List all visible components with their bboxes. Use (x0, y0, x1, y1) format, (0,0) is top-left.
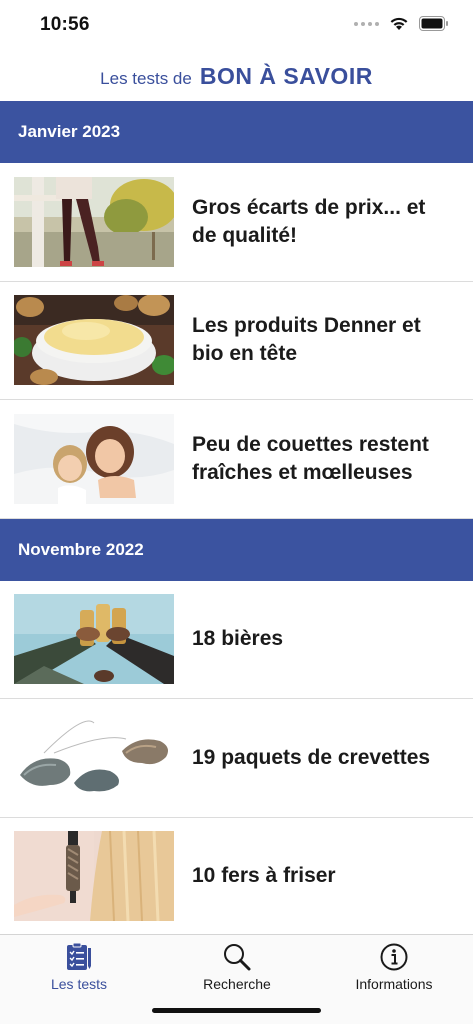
wifi-icon (389, 16, 409, 31)
status-time: 10:56 (40, 14, 90, 35)
article-item[interactable]: Les produits Denner et bio en tête (0, 281, 473, 400)
logo-wordmark: BON À SAVOIR (199, 63, 373, 89)
article-title: 18 bières (192, 627, 284, 651)
mashed-potatoes-photo (14, 295, 174, 386)
curling-iron-photo (14, 831, 174, 922)
checklist-icon (64, 941, 94, 973)
logo-prefix: Les tests de (100, 68, 192, 88)
article-title: Peu de couettes restent fraîches et mœll… (192, 432, 429, 484)
section-header: Janvier 2023 (0, 101, 473, 163)
battery-icon (419, 16, 449, 31)
section-header: Novembre 2022 (0, 518, 473, 581)
tests-feed[interactable]: Janvier 2023 Gros écarts de prix... et d… (0, 101, 473, 934)
article-title: 19 paquets de crevettes (192, 745, 431, 769)
app-header: Les tests de BON À SAVOIR (0, 52, 473, 101)
cellular-signal-icon (354, 21, 379, 26)
home-indicator[interactable] (152, 1008, 321, 1013)
article-item[interactable]: 10 fers à friser (0, 817, 473, 934)
article-title: 10 fers à friser (192, 864, 336, 888)
status-bar: 10:56 (0, 0, 473, 52)
section-title: Janvier 2023 (18, 122, 121, 141)
article-item[interactable]: 18 bières (0, 580, 473, 699)
tab-label: Informations (355, 976, 433, 992)
legs-tights-photo (14, 176, 174, 267)
shrimp-photo (14, 712, 174, 803)
beer-toast-photo (14, 594, 174, 685)
info-icon (379, 941, 409, 973)
tab-recherche[interactable]: Recherche (158, 935, 316, 997)
tab-informations[interactable]: Informations (315, 935, 473, 997)
article-title: Gros écarts de prix... et de qualité! (192, 195, 426, 247)
article-item[interactable]: Peu de couettes restent fraîches et mœll… (0, 400, 473, 519)
family-duvet-photo (14, 413, 174, 504)
article-item[interactable]: Gros écarts de prix... et de qualité! (0, 163, 473, 282)
tab-label: Recherche (203, 976, 271, 992)
status-indicators (354, 16, 449, 31)
article-title: Les produits Denner et bio en tête (192, 314, 421, 366)
article-item[interactable]: 19 paquets de crevettes (0, 699, 473, 818)
tab-les-tests[interactable]: Les tests (0, 935, 158, 997)
tab-label: Les tests (50, 976, 108, 992)
section-title: Novembre 2022 (18, 539, 144, 559)
search-icon (222, 941, 252, 973)
